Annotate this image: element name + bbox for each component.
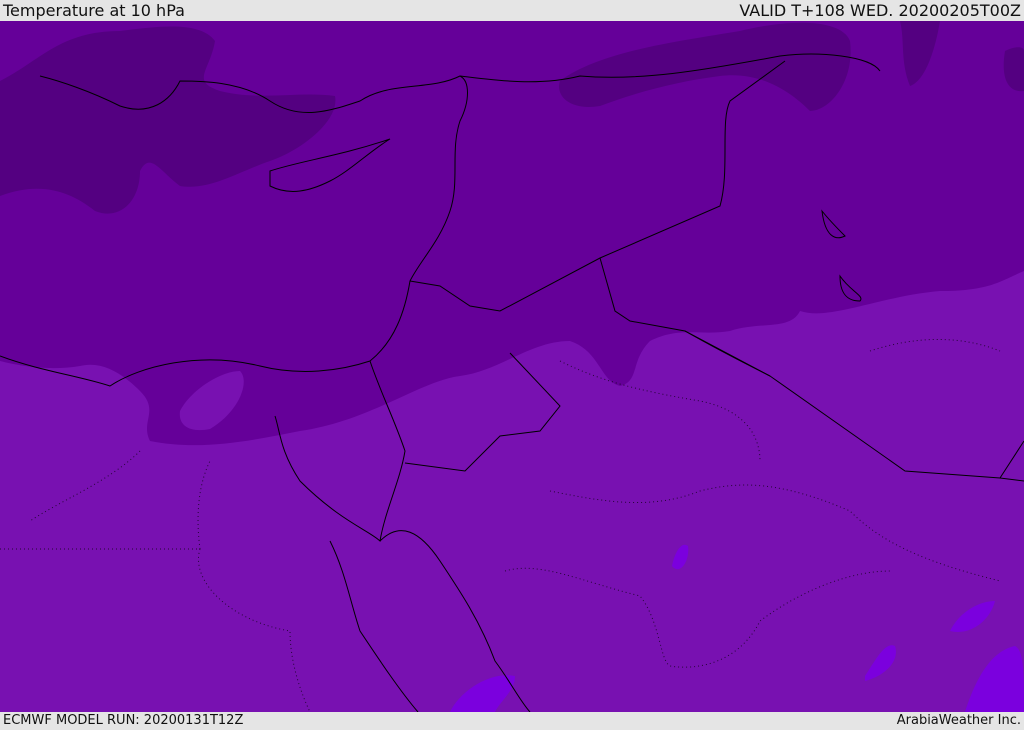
map-title: Temperature at 10 hPa xyxy=(3,1,185,20)
credit: ArabiaWeather Inc. xyxy=(896,713,1021,728)
header-bar: Temperature at 10 hPa VALID T+108 WED. 2… xyxy=(0,0,1024,21)
temperature-map xyxy=(0,21,1024,712)
valid-time: VALID T+108 WED. 20200205T00Z xyxy=(739,1,1021,20)
model-run: ECMWF MODEL RUN: 20200131T12Z xyxy=(3,713,244,728)
footer-bar: ECMWF MODEL RUN: 20200131T12Z ArabiaWeat… xyxy=(0,712,1024,729)
